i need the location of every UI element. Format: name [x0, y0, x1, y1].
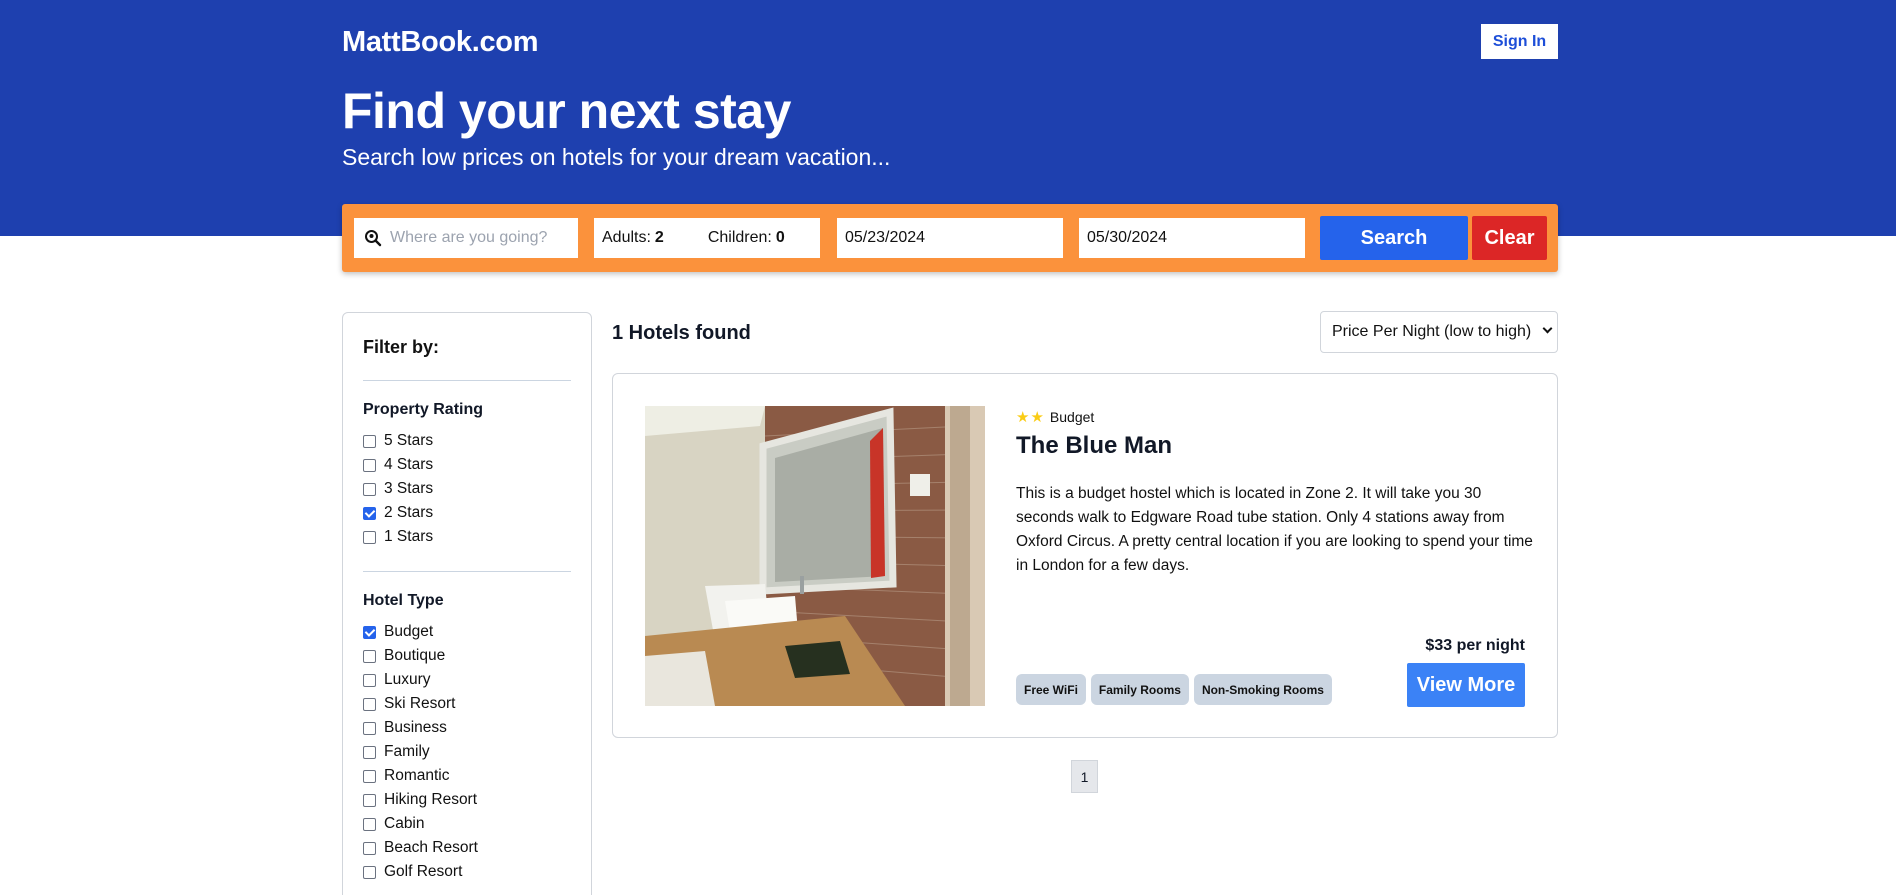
filter-option[interactable]: Family	[363, 740, 571, 764]
brand-logo[interactable]: MattBook.com	[342, 26, 538, 59]
hotel-type-title: Hotel Type	[363, 592, 444, 609]
star-icon: ★	[1016, 409, 1030, 426]
filter-option[interactable]: 4 Stars	[363, 453, 571, 477]
hotel-price: $33 per night	[1425, 637, 1525, 654]
checkbox[interactable]	[363, 673, 376, 687]
adults-value[interactable]: 2	[655, 229, 664, 247]
filter-option-label: Budget	[384, 623, 434, 640]
filter-option-label: Cabin	[384, 815, 425, 832]
checkbox[interactable]	[363, 530, 376, 544]
filter-option[interactable]: Hiking Resort	[363, 788, 571, 812]
filter-option-label: Hiking Resort	[384, 791, 478, 808]
checkbox[interactable]	[363, 817, 376, 831]
sign-in-button[interactable]: Sign In	[1481, 24, 1558, 59]
adults-label: Adults:	[602, 229, 651, 246]
checkbox[interactable]	[363, 865, 376, 879]
checkbox[interactable]	[363, 745, 376, 759]
checkbox[interactable]	[363, 506, 376, 520]
filter-option-label: Business	[384, 719, 447, 736]
star-icon: ★	[1030, 409, 1044, 426]
facility-tags: Free WiFi Family Rooms Non-Smoking Rooms	[1016, 674, 1332, 705]
hotel-photo	[645, 406, 985, 706]
filter-option[interactable]: Golf Resort	[363, 860, 571, 884]
filter-option[interactable]: 1 Stars	[363, 525, 571, 549]
filter-option-label: 3 Stars	[384, 480, 434, 497]
hero-banner: MattBook.com Sign In Find your next stay…	[0, 0, 1896, 236]
filter-option[interactable]: Luxury	[363, 668, 571, 692]
filter-option-label: Boutique	[384, 647, 446, 664]
clear-button[interactable]: Clear	[1472, 216, 1547, 260]
hotel-info: ★★ Budget The Blue Man This is a budget …	[1016, 408, 1536, 578]
checkbox[interactable]	[363, 625, 376, 639]
destination-placeholder: Where are you going?	[390, 229, 548, 246]
check-out-date-input[interactable]: 05/30/2024	[1079, 218, 1305, 258]
checkbox[interactable]	[363, 482, 376, 496]
checkbox[interactable]	[363, 458, 376, 472]
checkbox[interactable]	[363, 434, 376, 448]
children-label: Children:	[707, 229, 772, 246]
filter-option-label: Ski Resort	[384, 695, 456, 712]
filter-option[interactable]: Ski Resort	[363, 692, 571, 716]
filter-option[interactable]: Business	[363, 716, 571, 740]
guests-field[interactable]: Adults: 2 Children: 0	[594, 218, 820, 258]
checkbox[interactable]	[363, 841, 376, 855]
checkbox[interactable]	[363, 793, 376, 807]
filter-option[interactable]: Boutique	[363, 644, 571, 668]
checkbox[interactable]	[363, 697, 376, 711]
sort-selected-label: Price Per Night (low to high)	[1332, 323, 1532, 340]
filter-option[interactable]: Cabin	[363, 812, 571, 836]
rating-stars: ★★	[1016, 408, 1045, 426]
filter-option-label: 4 Stars	[384, 456, 434, 473]
filter-option-label: Golf Resort	[384, 863, 463, 880]
filter-title: Filter by:	[363, 337, 440, 357]
view-more-button[interactable]: View More	[1407, 663, 1525, 707]
filter-option-label: Luxury	[384, 671, 431, 688]
checkbox[interactable]	[363, 649, 376, 663]
divider	[363, 380, 571, 381]
filter-option-label: Family	[384, 743, 430, 760]
pagination-page-1[interactable]: 1	[1071, 760, 1098, 793]
sort-select[interactable]: Price Per Night (low to high)	[1320, 311, 1558, 353]
filter-option-label: 5 Stars	[384, 432, 434, 449]
filter-option[interactable]: Beach Resort	[363, 836, 571, 860]
facility-tag: Free WiFi	[1016, 674, 1086, 705]
hotel-description: This is a budget hostel which is located…	[1016, 485, 1533, 574]
search-button[interactable]: Search	[1320, 216, 1468, 260]
hotel-name: The Blue Man	[1016, 432, 1173, 459]
facility-tag: Family Rooms	[1090, 674, 1189, 705]
chevron-down-icon	[1542, 323, 1553, 334]
search-location-icon	[365, 230, 382, 247]
filter-option[interactable]: 3 Stars	[363, 477, 571, 501]
filter-option-label: 1 Stars	[384, 528, 434, 545]
check-in-date-input[interactable]: 05/23/2024	[837, 218, 1063, 258]
children-value[interactable]: 0	[776, 229, 785, 247]
hotel-type-options: Budget Boutique Luxury Ski Resort Business Fa…	[363, 620, 571, 884]
filter-option-label: Beach Resort	[384, 839, 478, 856]
hotel-card: ★★ Budget The Blue Man This is a budget …	[612, 373, 1558, 738]
filter-option-label: Romantic	[384, 767, 450, 784]
hotel-type: Budget	[1049, 409, 1095, 425]
destination-input[interactable]: Where are you going?	[354, 218, 578, 258]
hotel-rating: ★★ Budget	[1016, 408, 1536, 426]
property-rating-options: 5 Stars 4 Stars 3 Stars 2 Stars 1 Stars	[363, 429, 571, 549]
search-bar: Where are you going? Adults: 2 Children:…	[342, 204, 1558, 272]
checkbox[interactable]	[363, 769, 376, 783]
page-title: Find your next stay	[342, 83, 791, 139]
page-subtitle: Search low prices on hotels for your dre…	[342, 144, 891, 170]
filter-option[interactable]: 2 Stars	[363, 501, 571, 525]
filter-panel: Filter by: Property Rating 5 Stars 4 Star…	[342, 312, 592, 895]
results-count: 1 Hotels found	[612, 322, 751, 344]
divider	[363, 571, 571, 572]
property-rating-title: Property Rating	[363, 401, 484, 418]
filter-option[interactable]: 5 Stars	[363, 429, 571, 453]
facility-tag: Non-Smoking Rooms	[1193, 674, 1332, 705]
filter-option[interactable]: Romantic	[363, 764, 571, 788]
filter-option[interactable]: Budget	[363, 620, 571, 644]
checkbox[interactable]	[363, 721, 376, 735]
filter-option-label: 2 Stars	[384, 504, 434, 521]
